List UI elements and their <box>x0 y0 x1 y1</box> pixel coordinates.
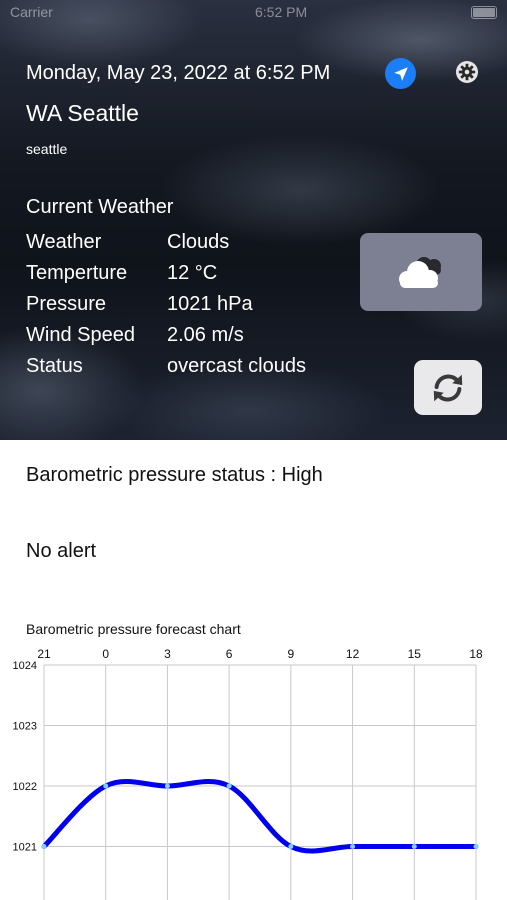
chart-title: Barometric pressure forecast chart <box>26 621 241 637</box>
data-point <box>288 844 294 849</box>
wind-speed-value: 2.06 m/s <box>167 324 244 346</box>
weather-value: Clouds <box>167 231 230 253</box>
clock-label: 6:52 PM <box>255 4 308 20</box>
date-time-label: Monday, May 23, 2022 at 6:52 PM <box>26 62 331 84</box>
pressure-label: Pressure <box>26 293 107 315</box>
weather-panel: Carrier 6:52 PM Monday, May 23, 2022 at … <box>0 0 507 440</box>
data-point <box>41 844 47 849</box>
settings-button[interactable] <box>454 59 480 85</box>
city-title: WA Seattle <box>26 100 139 126</box>
weather-label: Weather <box>26 231 102 253</box>
data-point <box>473 844 479 849</box>
temperature-value: 12 °C <box>167 262 218 284</box>
current-weather-title: Current Weather <box>26 196 174 218</box>
data-point <box>411 844 417 849</box>
x-tick-label: 18 <box>469 647 483 661</box>
carrier-label: Carrier <box>10 4 53 20</box>
y-tick-label: 1022 <box>13 781 37 793</box>
x-tick-label: 15 <box>408 647 422 661</box>
pressure-status-label: Barometric pressure status : High <box>26 464 323 486</box>
alert-label: No alert <box>26 540 97 562</box>
battery-icon <box>471 6 497 19</box>
refresh-icon <box>433 374 463 401</box>
y-tick-label: 1024 <box>13 660 37 672</box>
cloud-icon <box>399 257 441 288</box>
location-button[interactable] <box>385 58 416 89</box>
data-point <box>103 783 109 789</box>
x-tick-label: 3 <box>164 647 171 661</box>
status-bar: Carrier 6:52 PM <box>10 4 497 24</box>
gear-icon <box>456 61 478 83</box>
weather-condition-tile <box>360 233 482 311</box>
status-value: overcast clouds <box>167 355 306 377</box>
status-label: Status <box>26 355 83 377</box>
x-tick-label: 12 <box>346 647 360 661</box>
data-point <box>164 783 170 789</box>
x-tick-label: 9 <box>288 647 295 661</box>
x-tick-label: 6 <box>226 647 233 661</box>
x-tick-label: 21 <box>37 647 51 661</box>
x-tick-label: 0 <box>102 647 109 661</box>
y-tick-label: 1023 <box>13 721 37 733</box>
pressure-value: 1021 hPa <box>167 293 253 315</box>
y-tick-label: 1021 <box>13 842 37 854</box>
wind-speed-label: Wind Speed <box>26 324 135 346</box>
data-point <box>350 844 356 849</box>
data-point <box>226 783 232 789</box>
pressure-forecast-chart: 1024 1023 1022 1021 21 0 3 6 9 12 15 18 <box>13 647 483 900</box>
temperature-label: Temperture <box>26 262 128 284</box>
city-subtitle: seattle <box>26 141 68 157</box>
location-arrow-icon <box>393 66 408 81</box>
refresh-button[interactable] <box>414 360 482 415</box>
